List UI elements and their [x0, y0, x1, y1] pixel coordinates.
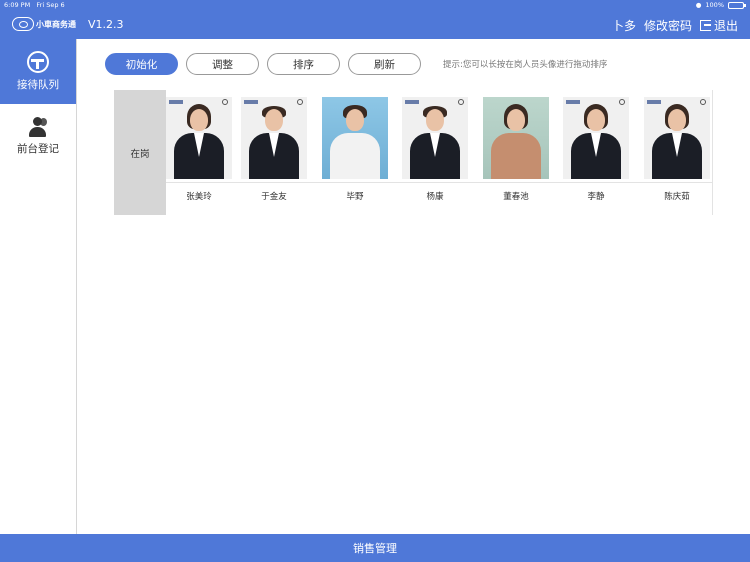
init-button[interactable]: 初始化: [105, 53, 178, 75]
staff-photo[interactable]: [402, 97, 468, 179]
staff-name: 李静: [587, 192, 605, 202]
main-content: 初始化 调整 排序 刷新 提示:您可以长按在岗人员头像进行拖动排序 在岗 张美玲…: [78, 39, 750, 534]
refresh-button[interactable]: 刷新: [348, 53, 421, 75]
staff-photo[interactable]: [241, 97, 307, 179]
staff-card[interactable]: 李静: [563, 90, 631, 215]
staff-card[interactable]: 毕野: [322, 90, 390, 215]
on-duty-panel: 在岗 张美玲 于金友 毕野 杨康 董春池 李静 陈庆茹: [114, 90, 713, 215]
wifi-icon: ●: [695, 1, 702, 9]
status-time-date: 6:09 PM Fri Sep 6: [4, 1, 65, 9]
header-actions: 卜多 修改密码 退出: [612, 17, 738, 34]
sidebar-item-reception-queue[interactable]: 接待队列: [0, 39, 76, 104]
users-icon: [26, 117, 50, 137]
staff-card[interactable]: 董春池: [483, 90, 551, 215]
sidebar: 接待队列 前台登记: [0, 39, 77, 534]
staff-card[interactable]: 杨康: [402, 90, 470, 215]
logout-label: 退出: [713, 19, 738, 33]
staff-card[interactable]: 于金友: [241, 90, 309, 215]
app-logo: 小車商务通: [12, 17, 76, 31]
hint-text: 提示:您可以长按在岗人员头像进行拖动排序: [443, 60, 608, 70]
staff-name: 于金友: [261, 192, 287, 202]
sales-management-tab[interactable]: 销售管理: [0, 534, 750, 562]
top-bar: 6:09 PM Fri Sep 6 ● 100% 小車商务通 V1.2.3 卜多…: [0, 0, 750, 39]
adjust-button[interactable]: 调整: [186, 53, 259, 75]
sidebar-item-front-desk-register[interactable]: 前台登记: [0, 104, 76, 169]
battery-percent: 100%: [705, 1, 724, 9]
staff-name: 毕野: [346, 192, 364, 202]
logout-icon: [699, 20, 711, 31]
staff-name: 杨康: [426, 192, 444, 202]
status-time: 6:09 PM: [4, 1, 31, 9]
staff-photo[interactable]: [483, 97, 549, 179]
staff-card[interactable]: 张美玲: [166, 90, 234, 215]
battery-icon: [728, 1, 746, 9]
sidebar-item-label: 接待队列: [17, 79, 59, 91]
steering-wheel-icon: [27, 51, 49, 73]
staff-photo[interactable]: [563, 97, 629, 179]
car-logo-icon: [12, 17, 34, 31]
logout-button[interactable]: 退出: [699, 17, 738, 34]
sort-button[interactable]: 排序: [267, 53, 340, 75]
on-duty-label: 在岗: [114, 90, 166, 215]
app-version: V1.2.3: [88, 18, 124, 31]
status-date: Fri Sep 6: [36, 1, 65, 9]
staff-card[interactable]: 陈庆茹: [644, 90, 712, 215]
staff-photo[interactable]: [322, 97, 388, 179]
logo-text: 小車商务通: [36, 19, 76, 29]
staff-list: 张美玲 于金友 毕野 杨康 董春池 李静 陈庆茹: [166, 90, 713, 215]
staff-photo[interactable]: [644, 97, 710, 179]
status-indicators: ● 100%: [695, 1, 746, 9]
staff-name: 陈庆茹: [664, 192, 690, 202]
sales-management-label: 销售管理: [353, 542, 397, 555]
toolbar: 初始化 调整 排序 刷新 提示:您可以长按在岗人员头像进行拖动排序: [105, 53, 607, 75]
staff-name: 张美玲: [186, 192, 212, 202]
user-name[interactable]: 卜多: [612, 17, 636, 34]
change-password-link[interactable]: 修改密码: [644, 17, 692, 34]
sidebar-item-label: 前台登记: [17, 143, 59, 155]
staff-name: 董春池: [503, 192, 529, 202]
staff-photo[interactable]: [166, 97, 232, 179]
